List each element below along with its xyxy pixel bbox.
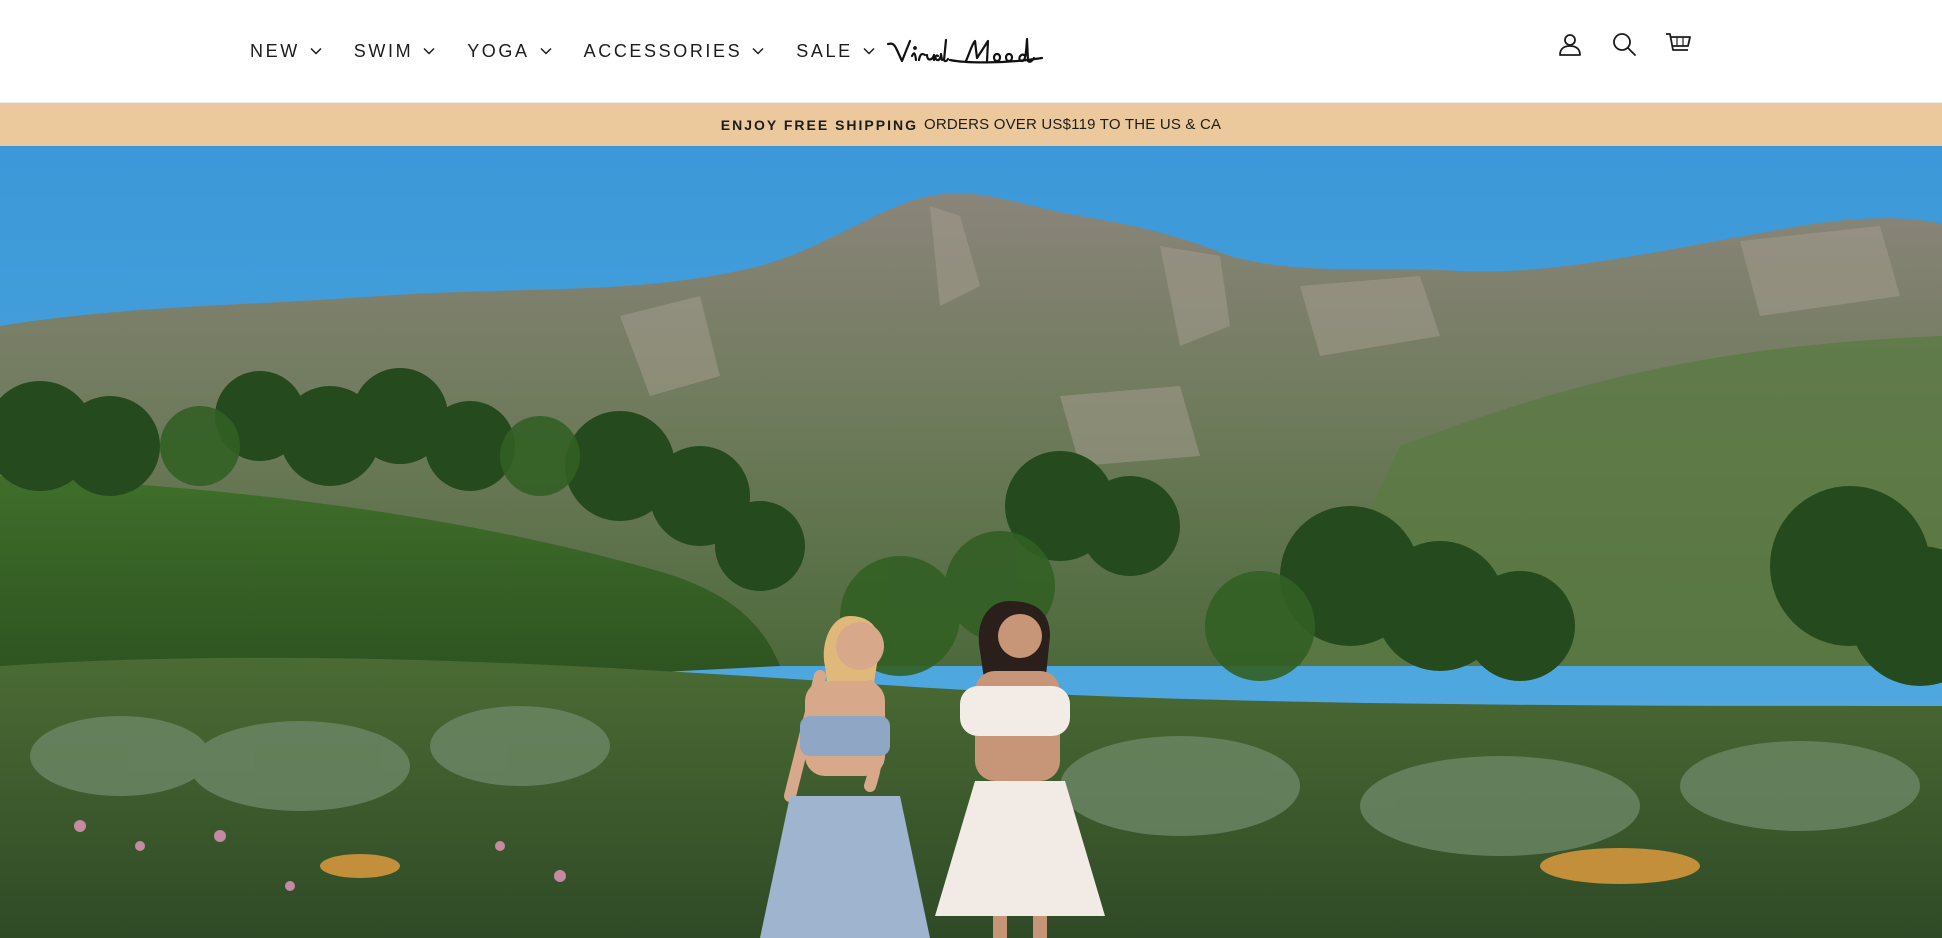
nav-item-accessories[interactable]: ACCESSORIES: [568, 41, 781, 62]
search-button[interactable]: [1610, 30, 1638, 58]
site-logo[interactable]: [884, 34, 1054, 70]
announcement-text: ORDERS OVER US$119 TO THE US & CA: [923, 116, 1222, 133]
nav-item-sale[interactable]: SALE: [780, 41, 890, 62]
nav-item-label: SALE: [796, 40, 853, 61]
nav-item-label: NEW: [250, 40, 300, 61]
announcement-bar[interactable]: ENJOY FREE SHIPPING ORDERS OVER US$119 T…: [0, 103, 1942, 146]
user-icon: [1559, 34, 1581, 56]
cart-button[interactable]: [1664, 30, 1692, 58]
chevron-down-icon: [540, 47, 552, 55]
logo-script-icon: [886, 37, 1044, 64]
nav-item-label: ACCESSORIES: [583, 40, 743, 61]
site-header: NEW SWIM YOGA ACCESSORIES SALE: [0, 0, 1942, 103]
announcement-bold: ENJOY FREE SHIPPING: [720, 116, 918, 133]
chevron-down-icon: [310, 47, 322, 55]
nav-item-label: YOGA: [467, 40, 530, 61]
chevron-down-icon: [423, 47, 435, 55]
chevron-down-icon: [752, 47, 764, 55]
account-button[interactable]: [1556, 30, 1584, 58]
hero-landscape-image: [0, 146, 1942, 938]
main-nav: NEW SWIM YOGA ACCESSORIES SALE: [234, 0, 891, 102]
nav-item-new[interactable]: NEW: [234, 41, 338, 62]
search-icon: [1613, 33, 1636, 56]
hero-banner[interactable]: [0, 146, 1942, 938]
page: NEW SWIM YOGA ACCESSORIES SALE ENJOY FRE…: [0, 0, 1942, 938]
nav-item-label: SWIM: [353, 40, 414, 61]
chevron-down-icon: [863, 47, 875, 55]
cart-icon: [1666, 33, 1691, 51]
nav-item-swim[interactable]: SWIM: [338, 41, 451, 62]
header-icons: [1556, 30, 1692, 58]
nav-item-yoga[interactable]: YOGA: [451, 41, 567, 62]
